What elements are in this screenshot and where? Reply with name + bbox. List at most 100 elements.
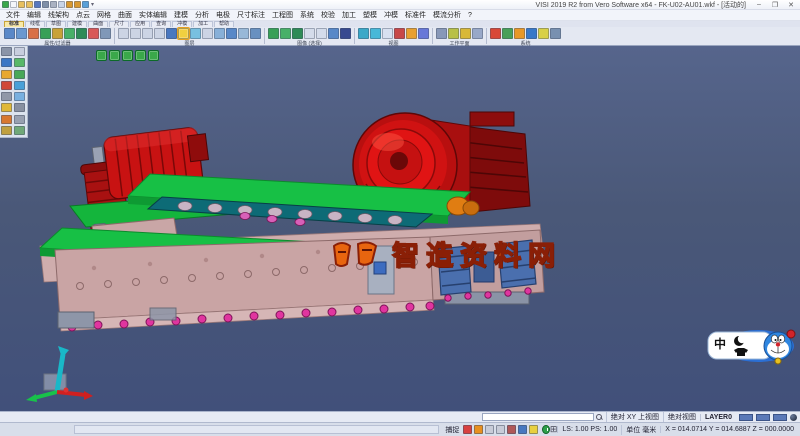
- workspace-tab[interactable]: 应用: [130, 21, 150, 27]
- snap-toggle-icon[interactable]: [518, 425, 527, 434]
- floating-tool-icon[interactable]: [109, 50, 120, 61]
- ribbon-tool-icon[interactable]: [250, 28, 261, 39]
- grid-icon[interactable]: ⊞: [550, 425, 558, 434]
- menu-item[interactable]: 网格: [97, 10, 111, 20]
- menu-item[interactable]: 分析: [195, 10, 209, 20]
- ribbon-tool-icon[interactable]: [526, 28, 537, 39]
- ribbon-tool-icon[interactable]: [406, 28, 417, 39]
- menu-item[interactable]: 点云: [76, 10, 90, 20]
- workspace-tab[interactable]: 尺寸: [109, 21, 129, 27]
- status-indicator-3[interactable]: [773, 414, 787, 421]
- close-button[interactable]: ✕: [786, 1, 796, 9]
- floating-tool-icon[interactable]: [148, 50, 159, 61]
- menu-item[interactable]: 曲面: [118, 10, 132, 20]
- copy-icon[interactable]: [58, 1, 65, 8]
- status-indicator-1[interactable]: [739, 414, 753, 421]
- menu-item[interactable]: 尺寸标注: [237, 10, 265, 20]
- ribbon-tool-icon[interactable]: [40, 28, 51, 39]
- ribbon-tool-icon[interactable]: [514, 28, 525, 39]
- workspace-tab[interactable]: 帮助: [214, 21, 234, 27]
- ribbon-tool-icon[interactable]: [550, 28, 561, 39]
- save-file-icon[interactable]: [34, 1, 41, 8]
- ribbon-tool-icon[interactable]: [292, 28, 303, 39]
- left-toolbar-icon[interactable]: [1, 126, 12, 135]
- left-toolbar-icon[interactable]: [14, 47, 25, 56]
- workspace-tab[interactable]: 线框: [25, 21, 45, 27]
- menu-item[interactable]: 模流分析: [433, 10, 461, 20]
- left-toolbar-icon[interactable]: [14, 115, 25, 124]
- ime-toolbar[interactable]: 中: [706, 322, 796, 368]
- ribbon-tool-icon[interactable]: [316, 28, 327, 39]
- ribbon-tool-icon[interactable]: [202, 28, 213, 39]
- ribbon-tool-icon[interactable]: [178, 28, 189, 39]
- floating-tool-icon[interactable]: [135, 50, 146, 61]
- menu-item[interactable]: 塑模: [363, 10, 377, 20]
- help-icon[interactable]: [82, 1, 89, 8]
- menu-item[interactable]: ?: [468, 12, 472, 19]
- menu-item[interactable]: 工程图: [272, 10, 293, 20]
- view-mode-label[interactable]: 绝对 XY 上视图: [606, 412, 663, 422]
- left-toolbar-icon[interactable]: [1, 92, 12, 101]
- ribbon-tool-icon[interactable]: [52, 28, 63, 39]
- workspace-tab[interactable]: 标准: [4, 21, 24, 27]
- ribbon-tool-icon[interactable]: [238, 28, 249, 39]
- snap-toggle-icon[interactable]: [474, 425, 483, 434]
- ribbon-tool-icon[interactable]: [448, 28, 459, 39]
- workspace-tab[interactable]: 加工: [193, 21, 213, 27]
- menu-item[interactable]: 系统: [300, 10, 314, 20]
- menu-item[interactable]: 标准件: [405, 10, 426, 20]
- menu-item[interactable]: 建模: [174, 10, 188, 20]
- ribbon-tool-icon[interactable]: [28, 28, 39, 39]
- ribbon-tool-icon[interactable]: [394, 28, 405, 39]
- ribbon-tool-icon[interactable]: [4, 28, 15, 39]
- clock-icon[interactable]: [542, 425, 550, 434]
- left-toolbar-icon[interactable]: [1, 70, 12, 79]
- ribbon-tool-icon[interactable]: [88, 28, 99, 39]
- ribbon-tool-icon[interactable]: [358, 28, 369, 39]
- workspace-tab[interactable]: 曲面: [88, 21, 108, 27]
- menu-item[interactable]: 实体编辑: [139, 10, 167, 20]
- left-toolbar-icon[interactable]: [1, 81, 12, 90]
- ribbon-tool-icon[interactable]: [16, 28, 27, 39]
- ribbon-tool-icon[interactable]: [214, 28, 225, 39]
- ribbon-tool-icon[interactable]: [502, 28, 513, 39]
- left-toolbar-icon[interactable]: [1, 47, 12, 56]
- minimize-button[interactable]: –: [754, 1, 764, 9]
- left-toolbar-icon[interactable]: [14, 103, 25, 112]
- menu-item[interactable]: 编辑: [27, 10, 41, 20]
- ribbon-tool-icon[interactable]: [490, 28, 501, 39]
- workspace-tab[interactable]: 建模: [67, 21, 87, 27]
- menu-item[interactable]: 文件: [6, 10, 20, 20]
- snap-toggle-icon[interactable]: [529, 425, 538, 434]
- ribbon-tool-icon[interactable]: [64, 28, 75, 39]
- ribbon-tool-icon[interactable]: [154, 28, 165, 39]
- snap-toggle-icon[interactable]: [485, 425, 494, 434]
- print-icon[interactable]: [50, 1, 57, 8]
- new-file-icon[interactable]: [10, 1, 17, 8]
- status-orb-icon[interactable]: [790, 414, 797, 421]
- workspace-tab[interactable]: 查询: [151, 21, 171, 27]
- snap-toggle-icon[interactable]: [507, 425, 516, 434]
- ribbon-tool-icon[interactable]: [226, 28, 237, 39]
- ribbon-tool-icon[interactable]: [268, 28, 279, 39]
- ribbon-tool-icon[interactable]: [538, 28, 549, 39]
- ribbon-tool-icon[interactable]: [166, 28, 177, 39]
- ribbon-tool-icon[interactable]: [436, 28, 447, 39]
- status-indicator-2[interactable]: [756, 414, 770, 421]
- left-toolbar-icon[interactable]: [1, 58, 12, 67]
- restore-button[interactable]: ❐: [770, 1, 780, 9]
- active-layer-label[interactable]: LAYER0: [700, 414, 736, 421]
- menu-item[interactable]: 线架构: [48, 10, 69, 20]
- left-toolbar-icon[interactable]: [1, 115, 12, 124]
- menu-item[interactable]: 冲模: [384, 10, 398, 20]
- ribbon-tool-icon[interactable]: [418, 28, 429, 39]
- floating-tool-icon[interactable]: [96, 50, 107, 61]
- view-mode2-label[interactable]: 绝对视图: [663, 412, 700, 422]
- ribbon-tool-icon[interactable]: [382, 28, 393, 39]
- ribbon-tool-icon[interactable]: [118, 28, 129, 39]
- ribbon-tool-icon[interactable]: [280, 28, 291, 39]
- floating-tool-icon[interactable]: [122, 50, 133, 61]
- open-file-icon[interactable]: [18, 1, 25, 8]
- ribbon-tool-icon[interactable]: [76, 28, 87, 39]
- menu-item[interactable]: 校验: [321, 10, 335, 20]
